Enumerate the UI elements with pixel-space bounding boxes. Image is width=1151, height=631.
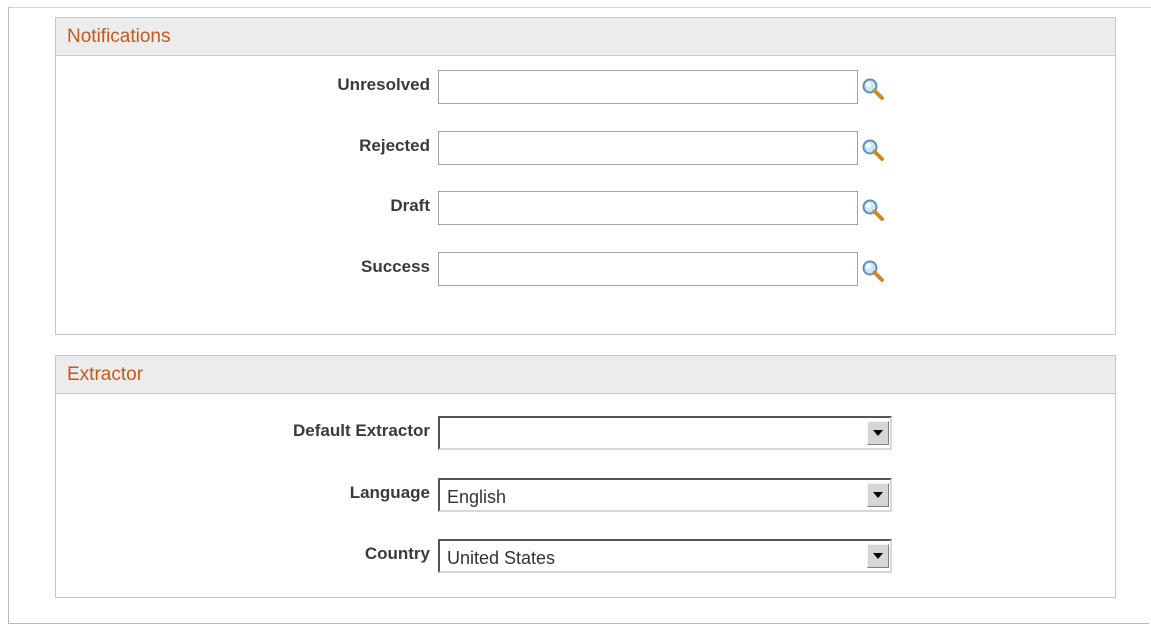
rejected-row: Rejected xyxy=(56,131,1115,167)
rejected-input[interactable] xyxy=(438,131,858,165)
unresolved-row: Unresolved xyxy=(56,70,1115,106)
rejected-lookup-icon[interactable] xyxy=(861,138,885,162)
language-row: Language English xyxy=(56,478,1115,514)
language-label: Language xyxy=(349,483,430,502)
chevron-down-icon[interactable] xyxy=(867,421,889,445)
draft-input[interactable] xyxy=(438,191,858,225)
draft-row: Draft xyxy=(56,191,1115,227)
language-value: English xyxy=(447,487,507,507)
draft-label: Draft xyxy=(390,196,430,215)
notifications-section-title: Notifications xyxy=(56,18,1115,56)
success-row: Success xyxy=(56,252,1115,288)
draft-lookup-icon[interactable] xyxy=(861,198,885,222)
success-lookup-icon[interactable] xyxy=(861,259,885,283)
extractor-section: Extractor Default Extractor Language Eng… xyxy=(55,355,1116,598)
extractor-section-title: Extractor xyxy=(56,356,1115,394)
chevron-down-icon[interactable] xyxy=(867,483,889,507)
default-extractor-row: Default Extractor xyxy=(56,416,1115,452)
unresolved-input[interactable] xyxy=(438,70,858,104)
unresolved-lookup-icon[interactable] xyxy=(861,77,885,101)
unresolved-label: Unresolved xyxy=(337,75,430,94)
success-input[interactable] xyxy=(438,252,858,286)
country-value: United States xyxy=(447,548,556,568)
country-select[interactable]: United States xyxy=(438,539,892,573)
success-label: Success xyxy=(361,257,430,276)
country-label: Country xyxy=(364,544,430,563)
rejected-label: Rejected xyxy=(359,136,430,155)
default-extractor-label: Default Extractor xyxy=(293,421,430,440)
default-extractor-select[interactable] xyxy=(438,416,892,450)
language-select[interactable]: English xyxy=(438,478,892,512)
notifications-section: Notifications Unresolved Rejected Draft … xyxy=(55,17,1116,335)
country-row: Country United States xyxy=(56,539,1115,575)
chevron-down-icon[interactable] xyxy=(867,544,889,568)
